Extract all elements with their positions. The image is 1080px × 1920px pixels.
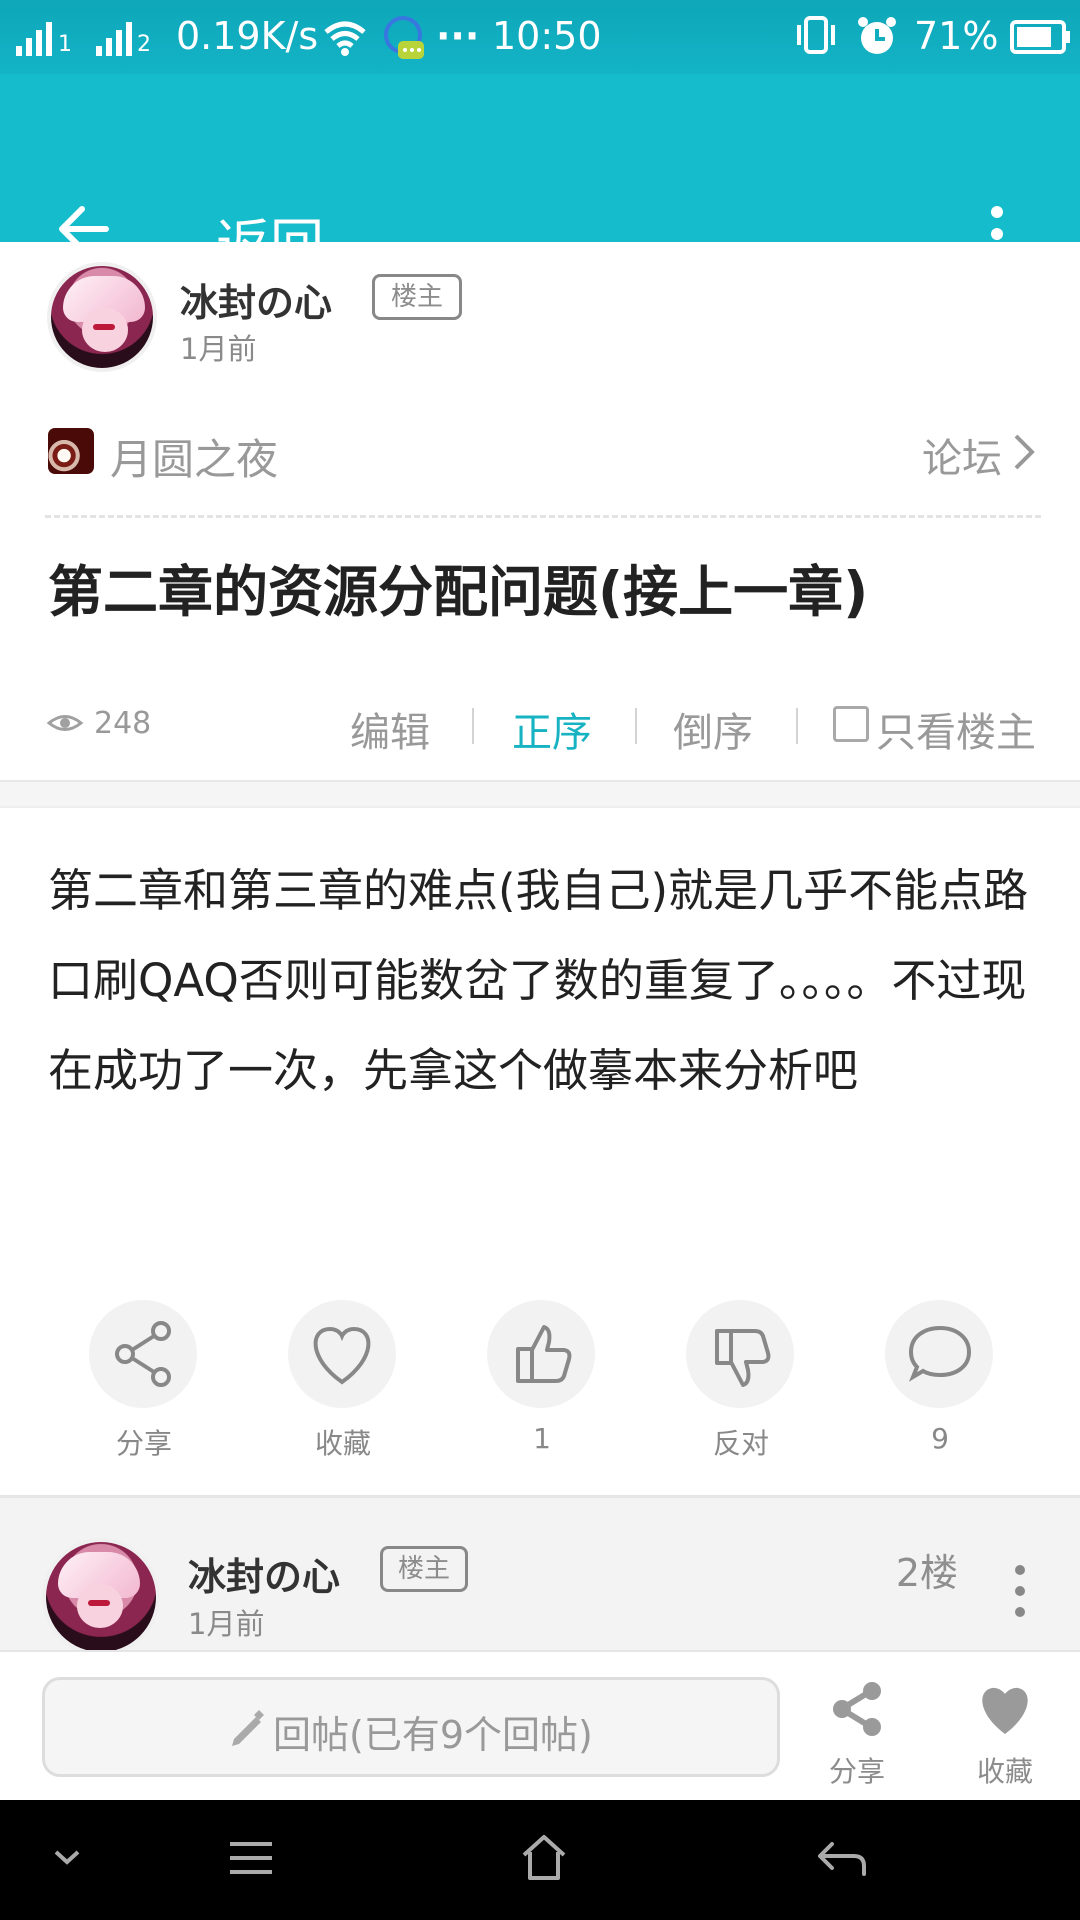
reply-time: 1月前 <box>188 1607 265 1641</box>
thumbs-up-icon <box>516 1325 572 1383</box>
home-icon[interactable] <box>516 1830 572 1886</box>
like-count: 1 <box>533 1422 551 1455</box>
chevron-right-icon[interactable] <box>1010 432 1038 472</box>
app-bar: 返回 <box>0 74 1080 276</box>
post-title: 第二章的资源分配问题(接上一章) <box>48 560 869 624</box>
notification-icon <box>384 16 424 59</box>
comment-icon <box>908 1325 972 1382</box>
thumbs-down-icon <box>715 1329 771 1387</box>
bottom-favorite-button[interactable]: 收藏 <box>950 1672 1060 1792</box>
checkbox-icon[interactable] <box>833 706 869 742</box>
reply-author-avatar[interactable] <box>42 1538 160 1656</box>
bottom-share-button[interactable]: 分享 <box>802 1672 912 1792</box>
more-vertical-icon[interactable] <box>1008 1562 1032 1620</box>
alarm-icon <box>858 17 896 54</box>
forum-name[interactable]: 月圆之夜 <box>110 426 278 487</box>
chevron-down-icon[interactable] <box>50 1844 84 1870</box>
reply-input[interactable]: 回帖(已有9个回帖) <box>42 1677 780 1777</box>
navigation-bar <box>0 1800 1080 1920</box>
back-title[interactable]: 返回 <box>216 200 324 279</box>
back-arrow-icon[interactable] <box>54 200 112 258</box>
forum-row[interactable]: 月圆之夜 论坛 <box>48 424 1038 484</box>
bottom-favorite-label: 收藏 <box>976 1755 1033 1788</box>
forum-link[interactable]: 论坛 <box>922 426 1002 484</box>
post-meta-row: 248 编辑 正序 倒序 只看楼主 <box>46 696 1056 756</box>
ascending-order-button[interactable]: 正序 <box>512 700 592 758</box>
network-speed: 0.19K/s <box>176 14 319 58</box>
forum-logo <box>48 428 94 474</box>
signal-icon <box>16 22 132 56</box>
comment-count: 9 <box>931 1422 949 1455</box>
meta-separator <box>635 708 637 744</box>
share-label: 分享 <box>115 1427 172 1460</box>
bottom-reply-bar: 回帖(已有9个回帖) 分享 收藏 <box>0 1650 1080 1800</box>
view-count: 248 <box>94 706 152 741</box>
section-divider <box>0 780 1080 808</box>
signal-two-label: 2 <box>137 32 151 57</box>
reply-author-badge: 楼主 <box>380 1546 468 1592</box>
floor-number: 2楼 <box>895 1551 958 1595</box>
like-action[interactable]: 1 <box>462 1300 622 1460</box>
status-dots: ··· <box>436 14 480 58</box>
signal-one-label: 1 <box>58 32 72 57</box>
eye-icon <box>46 715 84 731</box>
author-name[interactable]: 冰封の心 <box>180 272 332 327</box>
battery-icon <box>1010 20 1070 54</box>
post-time: 1月前 <box>180 332 257 366</box>
bottom-share-label: 分享 <box>828 1755 885 1788</box>
heart-icon <box>982 1687 1028 1734</box>
share-icon <box>115 1321 171 1387</box>
vibrate-icon <box>797 16 835 54</box>
back-icon[interactable] <box>812 1834 870 1882</box>
post-action-bar: 分享 收藏 1 反对 9 <box>0 1300 1080 1460</box>
dislike-action[interactable]: 反对 <box>661 1300 821 1460</box>
menu-icon[interactable] <box>226 1838 276 1878</box>
comment-action[interactable]: 9 <box>860 1300 1020 1460</box>
dotted-divider <box>45 515 1041 518</box>
author-badge: 楼主 <box>372 274 462 320</box>
meta-separator <box>796 708 798 744</box>
reply-placeholder: 回帖(已有9个回帖) <box>273 1713 593 1757</box>
edit-button[interactable]: 编辑 <box>350 700 430 758</box>
favorite-label: 收藏 <box>314 1427 371 1460</box>
favorite-action[interactable]: 收藏 <box>263 1300 423 1460</box>
share-action[interactable]: 分享 <box>64 1300 224 1460</box>
heart-icon <box>313 1326 371 1385</box>
share-icon <box>833 1682 881 1736</box>
status-bar: 1 2 0.19K/s ··· 10:50 71% <box>0 0 1080 74</box>
wifi-icon <box>324 21 366 56</box>
reply-preview[interactable]: 冰封の心 楼主 1月前 2楼 <box>0 1495 1080 1656</box>
screen: 1 2 0.19K/s ··· 10:50 71% 返回 冰封の心 楼主 1月前… <box>0 0 1080 1920</box>
author-avatar[interactable] <box>47 262 157 372</box>
battery-percent: 71% <box>914 14 999 58</box>
meta-separator <box>472 708 474 744</box>
reply-author-name[interactable]: 冰封の心 <box>188 1546 340 1601</box>
descending-order-button[interactable]: 倒序 <box>673 700 753 758</box>
dislike-label: 反对 <box>712 1427 769 1460</box>
only-author-button[interactable]: 只看楼主 <box>876 700 1036 758</box>
post-content: 第二章和第三章的难点(我自己)就是几乎不能点路口刷QAQ否则可能数岔了数的重复了… <box>48 864 1029 1097</box>
status-time: 10:50 <box>492 14 602 58</box>
pencil-icon <box>232 1710 264 1746</box>
more-vertical-icon[interactable] <box>982 204 1012 264</box>
